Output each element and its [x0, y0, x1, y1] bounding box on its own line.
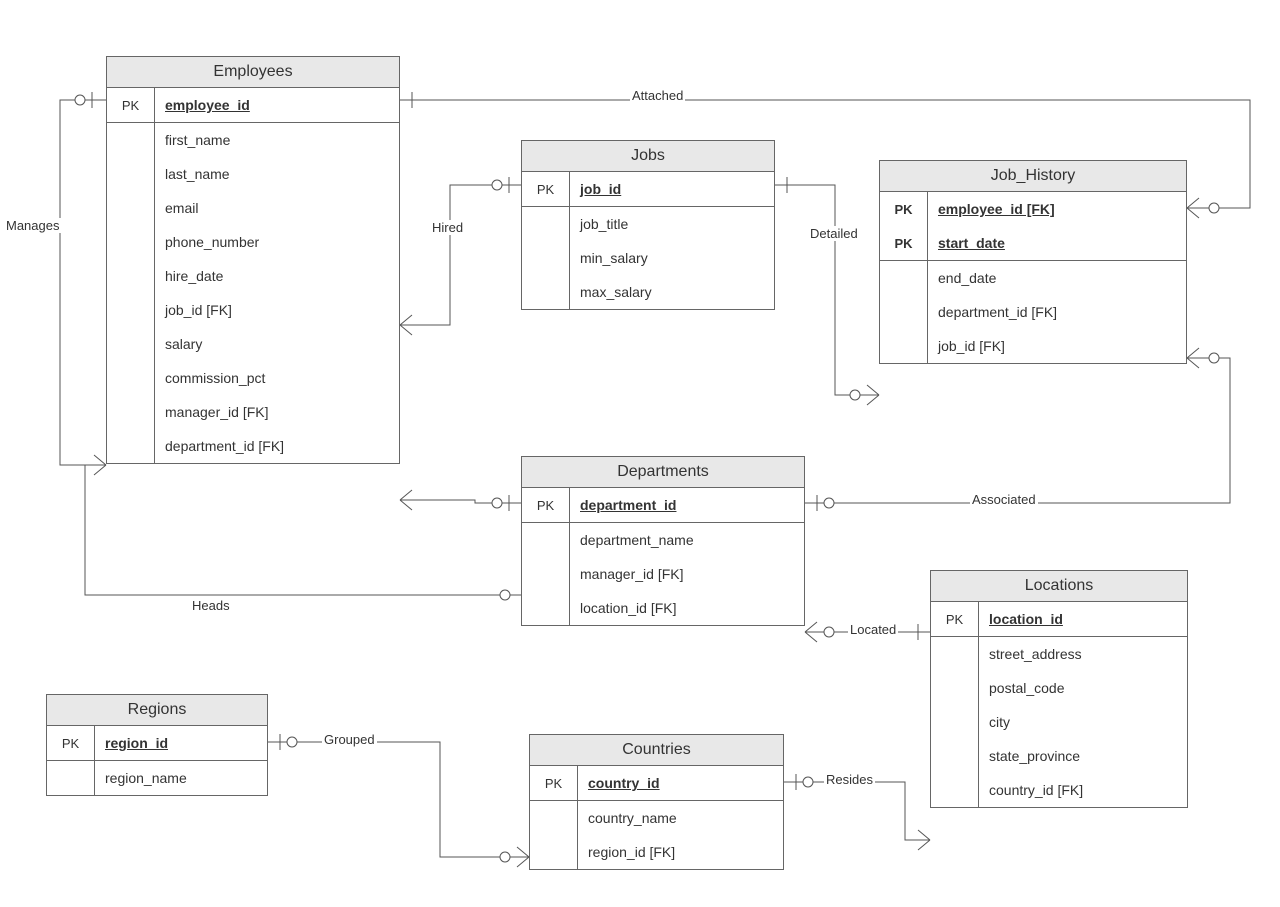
entity-regions: Regions PK region_id region_name — [46, 694, 268, 796]
pk-marker: PK — [880, 192, 928, 226]
attr: email — [155, 191, 399, 225]
pk-field: employee_id [FK] — [938, 201, 1055, 217]
attr: region_id [FK] — [578, 835, 783, 869]
rel-label-detailed: Detailed — [808, 226, 860, 241]
rel-label-heads: Heads — [190, 598, 232, 613]
rel-label-manages: Manages — [4, 218, 61, 233]
pk-field: region_id — [105, 735, 168, 751]
attr: phone_number — [155, 225, 399, 259]
attr: state_province — [979, 739, 1187, 773]
attr: job_title — [570, 207, 774, 241]
rel-label-hired: Hired — [430, 220, 465, 235]
pk-field: location_id — [989, 611, 1063, 627]
pk-row: PK employee_id — [107, 88, 399, 122]
attr: country_name — [578, 801, 783, 835]
pk-marker: PK — [530, 766, 578, 800]
attr: department_name — [570, 523, 804, 557]
pk-field: job_id — [580, 181, 621, 197]
attr: region_name — [95, 761, 267, 795]
rel-label-associated: Associated — [970, 492, 1038, 507]
entity-countries: Countries PK country_id country_name regi… — [529, 734, 784, 870]
rel-label-located: Located — [848, 622, 898, 637]
pk-marker: PK — [47, 726, 95, 760]
pk-field: employee_id — [165, 97, 250, 113]
attr: hire_date — [155, 259, 399, 293]
attr: max_salary — [570, 275, 774, 309]
entity-title: Job_History — [880, 161, 1186, 192]
pk-field: start_date — [938, 235, 1005, 251]
attr: manager_id [FK] — [570, 557, 804, 591]
entity-title: Departments — [522, 457, 804, 488]
pk-marker: PK — [107, 88, 155, 122]
entity-title: Jobs — [522, 141, 774, 172]
attr: department_id [FK] — [155, 429, 399, 463]
rel-label-attached: Attached — [630, 88, 685, 103]
attr: min_salary — [570, 241, 774, 275]
entity-employees: Employees PK employee_id first_name last… — [106, 56, 400, 464]
pk-field: department_id — [580, 497, 676, 513]
pk-marker: PK — [522, 488, 570, 522]
attr: commission_pct — [155, 361, 399, 395]
attr: manager_id [FK] — [155, 395, 399, 429]
entity-title: Countries — [530, 735, 783, 766]
attr: salary — [155, 327, 399, 361]
pk-marker: PK — [522, 172, 570, 206]
entity-title: Employees — [107, 57, 399, 88]
attr: first_name — [155, 123, 399, 157]
attr: end_date — [928, 261, 1186, 295]
entity-locations: Locations PK location_id street_address p… — [930, 570, 1188, 808]
attr: last_name — [155, 157, 399, 191]
entity-departments: Departments PK department_id department_n… — [521, 456, 805, 626]
attr: postal_code — [979, 671, 1187, 705]
rel-label-resides: Resides — [824, 772, 875, 787]
pk-marker: PK — [880, 226, 928, 260]
attr: department_id [FK] — [928, 295, 1186, 329]
attr: job_id [FK] — [155, 293, 399, 327]
attr: location_id [FK] — [570, 591, 804, 625]
attr: country_id [FK] — [979, 773, 1187, 807]
entity-title: Locations — [931, 571, 1187, 602]
er-diagram-canvas: Employees PK employee_id first_name last… — [0, 0, 1280, 907]
entity-jobs: Jobs PK job_id job_title min_salary max_s… — [521, 140, 775, 310]
entity-job-history: Job_History PK employee_id [FK] PK start_d… — [879, 160, 1187, 364]
attr: city — [979, 705, 1187, 739]
pk-field: country_id — [588, 775, 660, 791]
attr: street_address — [979, 637, 1187, 671]
rel-label-grouped: Grouped — [322, 732, 377, 747]
entity-title: Regions — [47, 695, 267, 726]
pk-marker: PK — [931, 602, 979, 636]
attr: job_id [FK] — [928, 329, 1186, 363]
